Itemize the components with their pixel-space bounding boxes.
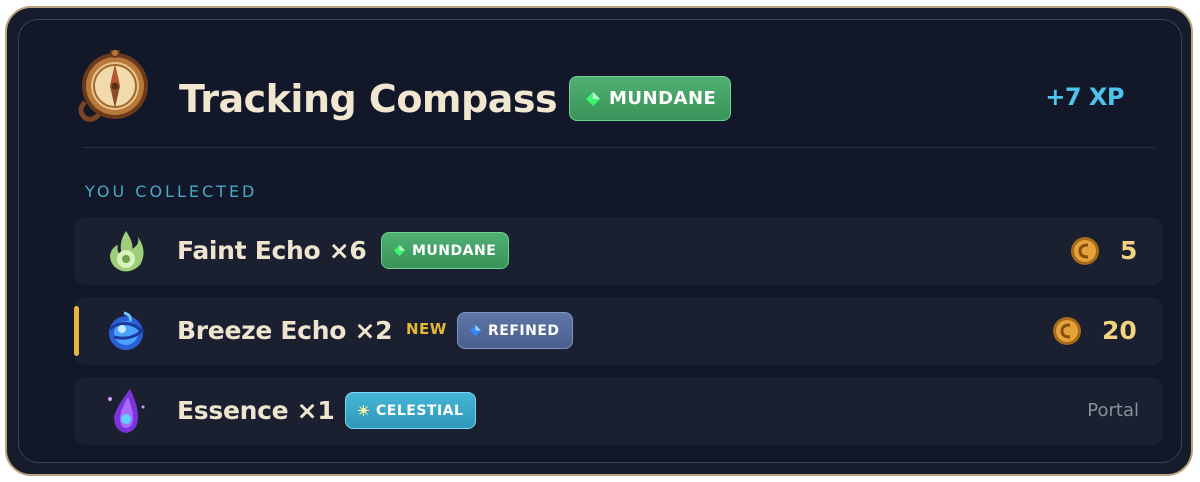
row-rarity-badge: MUNDANE [381, 232, 510, 269]
xp-reward: +7 XP [1045, 83, 1124, 111]
row-label: Faint Echo ×6 [177, 236, 367, 265]
collected-row-breeze-echo: Breeze Echo ×2 NEW REFINED 20 [74, 297, 1163, 365]
collected-row-faint-echo: Faint Echo ×6 MUNDANE 5 [74, 217, 1163, 285]
row-rarity-label: CELESTIAL [376, 402, 464, 419]
collected-row-essence: Essence ×1 CELESTIAL Portal [74, 377, 1163, 445]
row-rarity-badge: CELESTIAL [345, 392, 477, 429]
item-header: Tracking Compass MUNDANE +7 XP [19, 20, 1181, 148]
green-gem-icon [586, 91, 600, 106]
new-tag: NEW [406, 320, 447, 338]
row-rarity-badge: REFINED [457, 312, 573, 349]
coin-icon [1053, 317, 1081, 345]
blue-swirl-echo-icon [109, 311, 145, 350]
item-rarity-label: MUNDANE [609, 88, 717, 109]
row-rarity-label: REFINED [488, 322, 560, 339]
coin-icon [1071, 237, 1099, 265]
header-divider [83, 147, 1155, 148]
green-gem-icon [394, 245, 405, 256]
row-rarity-label: MUNDANE [412, 242, 497, 259]
item-title: Tracking Compass [179, 77, 558, 121]
row-price: 20 [1102, 316, 1137, 345]
sparkle-icon [358, 405, 369, 416]
section-title: YOU COLLECTED [85, 182, 258, 201]
item-rarity-badge: MUNDANE [569, 76, 732, 121]
compass-icon [78, 50, 148, 122]
blue-gem-icon [470, 325, 481, 336]
row-source-portal: Portal [1087, 400, 1139, 421]
row-label: Essence ×1 [177, 396, 335, 425]
purple-essence-drop-icon [108, 389, 145, 433]
row-price: 5 [1120, 236, 1138, 265]
reward-card-frame: Tracking Compass MUNDANE +7 XP YOU COLLE… [5, 6, 1193, 476]
new-item-accent [74, 306, 79, 356]
green-flame-echo-icon [110, 231, 144, 272]
row-label: Breeze Echo ×2 [177, 316, 393, 345]
reward-card: Tracking Compass MUNDANE +7 XP YOU COLLE… [18, 19, 1182, 463]
